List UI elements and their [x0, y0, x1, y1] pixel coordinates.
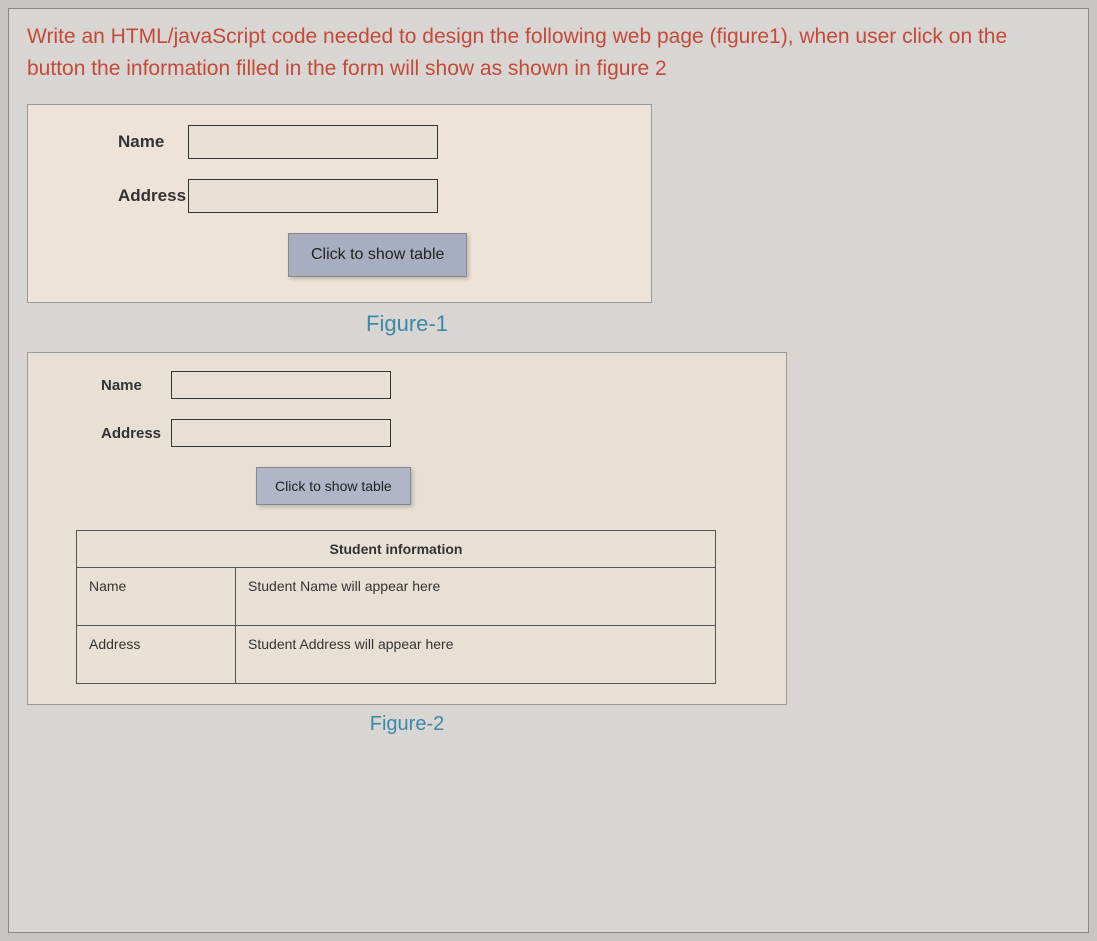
figure1-caption: Figure-1	[27, 311, 787, 337]
figure2-name-input[interactable]	[171, 371, 391, 399]
figure2-address-row: Address	[46, 419, 768, 447]
table-name-label-cell: Name	[77, 568, 236, 626]
table-name-value-cell: Student Name will appear here	[236, 568, 716, 626]
figure1-address-input[interactable]	[188, 179, 438, 213]
figure1-name-row: Name	[48, 125, 631, 159]
table-header-row: Student information	[77, 531, 716, 568]
student-info-table: Student information Name Student Name wi…	[76, 530, 716, 684]
figure1-name-input[interactable]	[188, 125, 438, 159]
figure2-address-input[interactable]	[171, 419, 391, 447]
figure2-name-row: Name	[46, 371, 768, 399]
figure2-caption: Figure-2	[27, 713, 787, 736]
figure1-box: Name Address Click to show table	[27, 104, 652, 303]
figure1-button-row: Click to show table	[48, 233, 631, 277]
table-row: Name Student Name will appear here	[77, 568, 716, 626]
figure2-name-label: Name	[46, 377, 146, 394]
figure1-address-row: Address	[48, 179, 631, 213]
figure1-show-button[interactable]: Click to show table	[288, 233, 467, 277]
figure1-name-label: Name	[48, 132, 158, 152]
table-address-value-cell: Student Address will appear here	[236, 626, 716, 684]
figure2-address-label: Address	[46, 425, 146, 442]
figure2-show-button[interactable]: Click to show table	[256, 467, 411, 505]
figure2-box: Name Address Click to show table Student…	[27, 352, 787, 705]
figure1-address-label: Address	[48, 186, 158, 206]
table-header: Student information	[77, 531, 716, 568]
table-row: Address Student Address will appear here	[77, 626, 716, 684]
table-address-label-cell: Address	[77, 626, 236, 684]
page-container: Write an HTML/javaScript code needed to …	[8, 8, 1089, 933]
question-text: Write an HTML/javaScript code needed to …	[27, 21, 1070, 84]
figure2-button-row: Click to show table	[46, 467, 768, 505]
